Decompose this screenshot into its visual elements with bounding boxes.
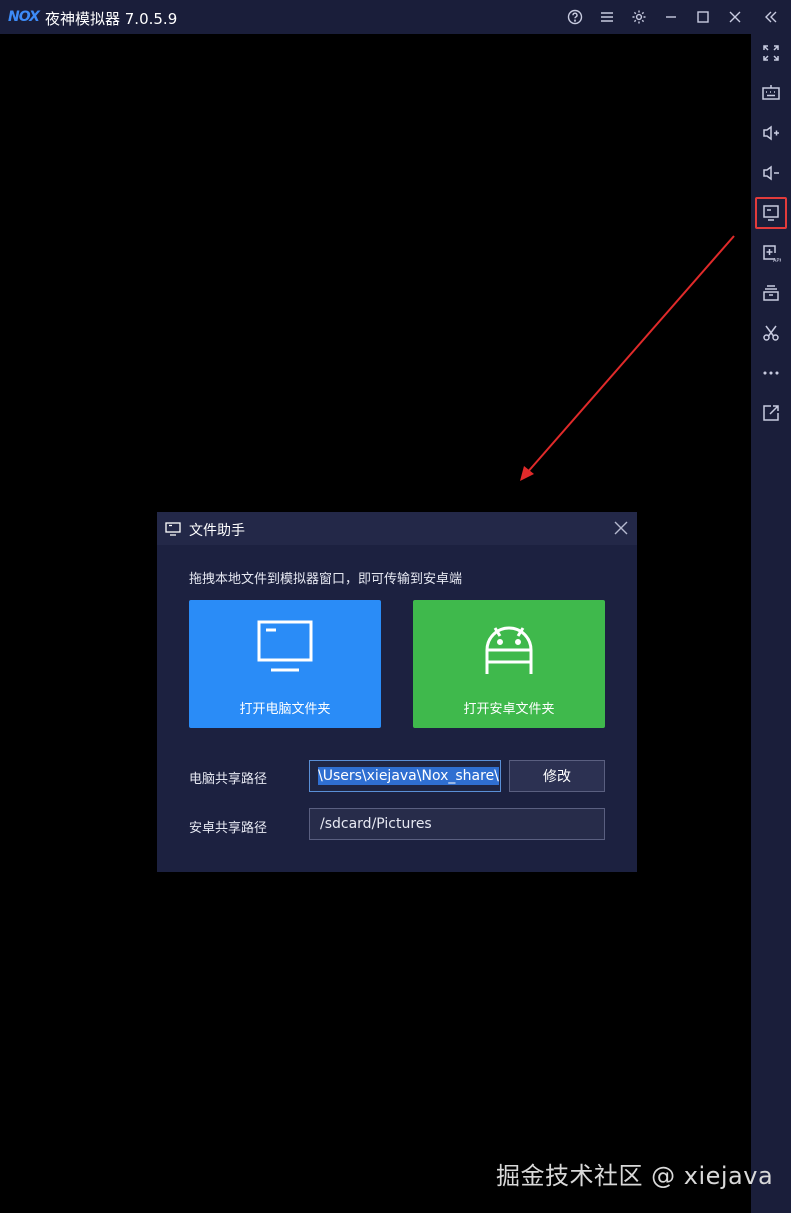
pc-path-value: \Users\xiejava\Nox_share\ [318, 767, 499, 785]
watermark-text: 掘金技术社区 @ xiejava [496, 1162, 774, 1190]
monitor-icon [165, 521, 181, 540]
dialog-header: 文件助手 [157, 512, 637, 545]
open-android-folder-button[interactable]: 打开安卓文件夹 [413, 600, 605, 728]
drag-hint-text: 拖拽本地文件到模拟器窗口，即可传输到安卓端 [189, 572, 463, 587]
file-assistant-dialog: 文件助手 拖拽本地文件到模拟器窗口，即可传输到安卓端 打开电脑文件夹 打开安卓文… [157, 512, 637, 872]
open-pc-folder-button[interactable]: 打开电脑文件夹 [189, 600, 381, 728]
open-android-folder-label: 打开安卓文件夹 [463, 702, 555, 717]
open-pc-folder-label: 打开电脑文件夹 [239, 702, 331, 717]
monitor-icon [257, 620, 313, 672]
pc-path-label: 电脑共享路径 [189, 772, 268, 787]
dialog-title: 文件助手 [189, 523, 245, 539]
android-icon [485, 626, 533, 674]
modify-button[interactable]: 修改 [509, 760, 605, 792]
pc-path-field[interactable]: \Users\xiejava\Nox_share\ [309, 760, 501, 792]
android-path-value: /sdcard/Pictures [320, 816, 432, 832]
dialog-close-icon[interactable] [611, 518, 631, 538]
android-path-label: 安卓共享路径 [189, 821, 268, 836]
android-path-field[interactable]: /sdcard/Pictures [309, 808, 605, 840]
